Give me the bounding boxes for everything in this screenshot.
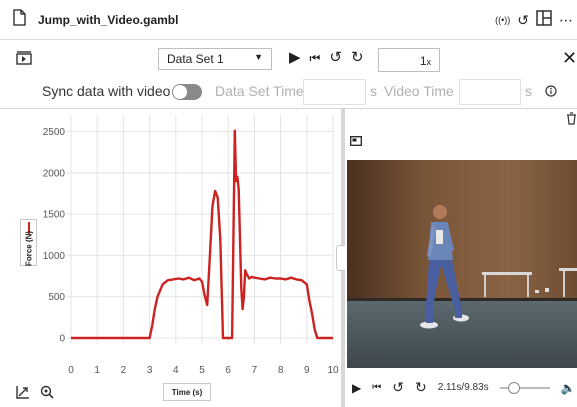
title-bar: Jump_with_Video.gambl ((•)) ↺ ⋯ — [0, 0, 577, 40]
x-tick-label: 9 — [304, 365, 310, 376]
title-actions: ((•)) ↺ ⋯ — [495, 10, 573, 30]
chevron-down-icon: ▼ — [254, 52, 263, 62]
video-controls: ▶ ⏮ ↺ ↻ 2.11s/9.83s 🔈 — [352, 379, 576, 396]
x-tick-label: 1 — [94, 365, 100, 376]
y-tick-label: 1000 — [43, 251, 66, 262]
volume-icon[interactable]: 🔈 — [561, 381, 576, 395]
playback-controls: ▶ ⏮ ↺ ↻ — [289, 49, 364, 67]
video-rewind-icon[interactable]: ↺ — [392, 379, 404, 396]
document-title: Jump_with_Video.gambl — [38, 13, 179, 27]
more-icon[interactable]: ⋯ — [559, 11, 573, 29]
y-tick-label: 500 — [48, 292, 65, 303]
sync-label: Sync data with video — [42, 83, 171, 99]
video-replay-icon[interactable]: ↻ — [415, 379, 427, 396]
video-time-unit: s — [525, 83, 532, 99]
y-tick-label: 0 — [59, 334, 65, 345]
replay-icon[interactable]: ↻ — [351, 49, 364, 67]
video-play-icon[interactable]: ▶ — [352, 381, 361, 395]
video-time-input[interactable] — [459, 79, 521, 105]
playback-rate-value: 1 — [419, 54, 427, 68]
close-icon[interactable]: ✕ — [562, 48, 577, 69]
graph-scale-icon[interactable] — [16, 385, 30, 404]
revert-icon[interactable]: ↺ — [517, 11, 529, 29]
x-tick-label: 8 — [278, 365, 284, 376]
rewind-icon[interactable]: ↺ — [329, 49, 342, 67]
sync-toggle[interactable] — [172, 84, 202, 100]
video-toggle-icon[interactable] — [16, 51, 32, 70]
y-tick-label: 1500 — [43, 210, 66, 221]
trash-icon[interactable] — [566, 112, 577, 130]
chart-grid — [67, 115, 334, 344]
dataset-select-value: Data Set 1 — [167, 52, 224, 66]
dataset-time-label: Data Set Time — [215, 83, 304, 99]
play-icon[interactable]: ▶ — [289, 49, 301, 67]
slider-knob[interactable] — [507, 381, 520, 394]
picture-in-picture-icon[interactable] — [350, 133, 362, 151]
video-time-label: Video Time — [384, 83, 454, 99]
y-axis-label-text: Force (N) — [24, 230, 34, 267]
y-tick-labels: 0 500 1000 1500 2000 2500 — [43, 127, 66, 344]
x-tick-label: 2 — [121, 365, 127, 376]
graph-tools — [16, 385, 54, 404]
video-skip-start-icon[interactable]: ⏮ — [372, 382, 381, 393]
info-icon[interactable] — [545, 84, 557, 102]
zoom-icon[interactable] — [40, 385, 54, 404]
x-tick-label: 5 — [199, 365, 205, 376]
x-tick-label: 7 — [252, 365, 258, 376]
y-tick-label: 2000 — [43, 168, 66, 179]
x-tick-label: 0 — [68, 365, 74, 376]
video-frame[interactable] — [347, 160, 577, 368]
x-tick-labels: 0 1 2 3 4 5 6 7 8 9 10 — [68, 365, 339, 376]
video-position-slider[interactable] — [499, 381, 550, 394]
y-tick-label: 2500 — [43, 127, 66, 138]
video-image — [347, 160, 577, 368]
toolbar: Data Set 1 ▼ ▶ ⏮ ↺ ↻ 1x ✕ — [0, 40, 577, 76]
dataset-select[interactable]: Data Set 1 ▼ — [158, 48, 272, 70]
layout-icon[interactable] — [536, 10, 552, 30]
x-tick-label: 10 — [327, 365, 339, 376]
playback-rate-unit: x — [426, 57, 432, 67]
playback-rate-input[interactable]: 1x — [378, 48, 440, 72]
dataset-time-input[interactable] — [303, 79, 366, 105]
x-tick-label: 4 — [173, 365, 179, 376]
video-time-display: 2.11s/9.83s — [437, 382, 489, 393]
dataset-time-unit: s — [370, 83, 377, 99]
skip-to-start-icon[interactable]: ⏮ — [310, 49, 321, 67]
x-axis-label[interactable]: Time (s) — [163, 383, 211, 401]
y-axis-label[interactable]: Force (N) — [20, 219, 37, 266]
file-icon — [13, 9, 26, 31]
sync-bar: Sync data with video Data Set Time s Vid… — [0, 76, 577, 108]
x-tick-label: 6 — [225, 365, 231, 376]
x-tick-label: 3 — [147, 365, 153, 376]
force-time-chart[interactable]: 0 1 2 3 4 5 6 7 8 9 10 0 500 1000 1500 2000 2500 — [0, 108, 341, 407]
broadcast-icon[interactable]: ((•)) — [495, 11, 510, 29]
